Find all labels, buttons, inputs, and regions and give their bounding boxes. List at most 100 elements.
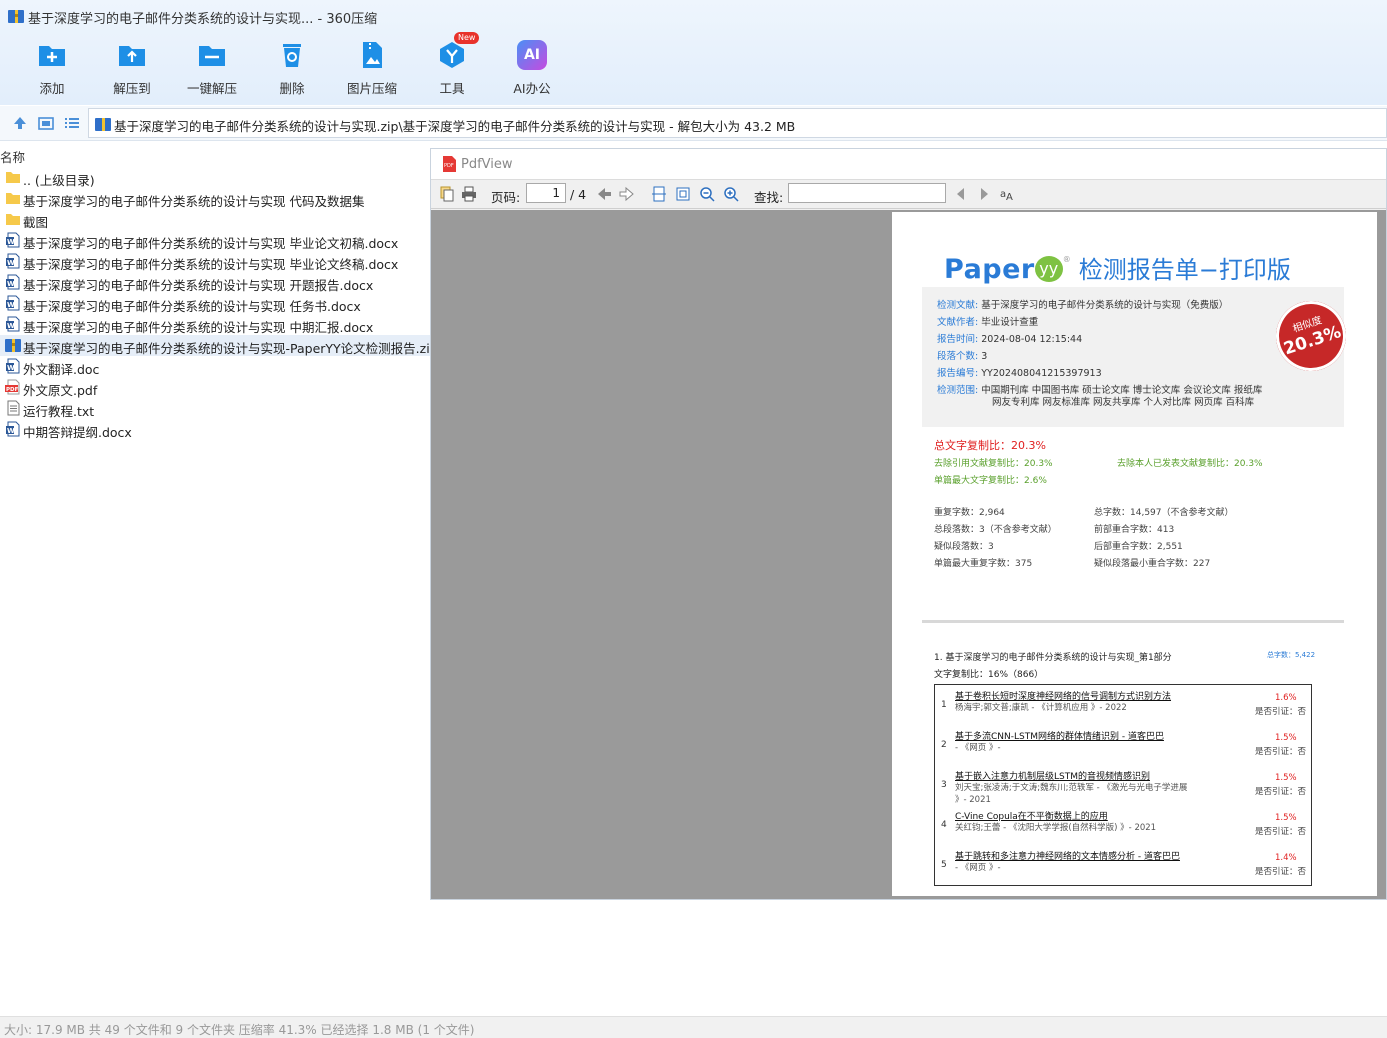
total-copy-ratio: 总文字复制比：20.3% (934, 439, 1046, 452)
svg-text:W: W (7, 259, 15, 267)
zip-archive-icon (95, 118, 111, 131)
stat-item: 总字数：14,597（不含参考文献） (1094, 508, 1234, 518)
zoom-out-icon[interactable] (699, 186, 715, 202)
print-icon[interactable] (461, 186, 477, 202)
exclude-cited-ratio: 去除引用文献复制比：20.3% (934, 459, 1053, 469)
info-row: 文献作者: 毕业设计查重 (937, 317, 1039, 328)
find-next-icon[interactable] (976, 186, 992, 202)
paperyy-logo: Paper (944, 254, 1035, 285)
info-row: 段落个数: 3 (937, 351, 988, 362)
zip-archive-icon (8, 10, 24, 23)
svg-text:PDF: PDF (6, 387, 19, 393)
file-name: 截图 (23, 215, 49, 230)
file-name: 外文翻译.doc (23, 362, 100, 377)
folder-icon (6, 193, 20, 204)
path-text: 基于深度学习的电子邮件分类系统的设计与实现.zip\基于深度学习的电子邮件分类系… (114, 119, 796, 134)
report-info-box: 检测文献: 基于深度学习的电子邮件分类系统的设计与实现（免费版） 文献作者: 毕… (922, 287, 1356, 427)
fit-page-icon[interactable] (675, 186, 691, 202)
file-row[interactable]: W 外文翻译.doc (0, 356, 430, 377)
new-badge: New (454, 32, 480, 44)
image-compress-button[interactable]: 图片压缩 (337, 38, 407, 100)
similar-sources-table: 1 基于卷积长短时深度神经网络的信号调制方式识别方法 杨海宇;郭文普;康凯 - 《计… (934, 684, 1312, 886)
zip-archive-icon (5, 339, 21, 352)
match-case-icon[interactable]: aA (1000, 186, 1016, 202)
paperyy-logo-mark: yy (1034, 256, 1063, 282)
file-name: 基于深度学习的电子邮件分类系统的设计与实现 开题报告.docx (23, 278, 374, 293)
tools-button[interactable]: New 工具 (417, 32, 487, 100)
file-name: 运行教程.txt (23, 404, 95, 419)
add-button-label: 添加 (39, 81, 65, 96)
ai-office-button[interactable]: AI AI办公 (497, 38, 567, 100)
folder-row[interactable]: 基于深度学习的电子邮件分类系统的设计与实现 代码及数据集 (0, 188, 430, 209)
folder-row[interactable]: .. (上级目录) (0, 167, 430, 188)
svg-text:W: W (7, 301, 15, 309)
info-row: 检测文献: 基于深度学习的电子邮件分类系统的设计与实现（免费版） (937, 300, 1229, 311)
word-document-icon: W (6, 358, 20, 374)
pdf-file-icon: PDF (5, 379, 20, 395)
list-view-icon[interactable] (63, 114, 81, 132)
extract-to-button[interactable]: 解压到 (97, 38, 167, 100)
pdf-toolbar: 页码: 1 / 4 查找: a A (431, 180, 1386, 209)
file-row[interactable]: W 基于深度学习的电子邮件分类系统的设计与实现 毕业论文初稿.docx (0, 230, 430, 251)
file-row[interactable]: 运行教程.txt (0, 398, 430, 419)
file-row[interactable]: PDF 外文原文.pdf (0, 377, 430, 398)
fit-width-icon[interactable] (651, 186, 667, 202)
file-name: 基于深度学习的电子邮件分类系统的设计与实现 任务书.docx (23, 299, 361, 314)
page-number-input[interactable]: 1 (526, 183, 566, 203)
find-previous-icon[interactable] (953, 186, 969, 202)
add-button[interactable]: 添加 (17, 38, 87, 100)
stat-item: 疑似段落最小重合字数：227 (1094, 559, 1211, 569)
extract-to-button-label: 解压到 (113, 81, 151, 96)
thumbnail-view-icon[interactable] (37, 114, 55, 132)
word-document-icon: W (6, 316, 20, 332)
file-row[interactable]: W 基于深度学习的电子邮件分类系统的设计与实现 任务书.docx (0, 293, 430, 314)
previous-page-icon[interactable] (596, 186, 612, 202)
address-bar: 基于深度学习的电子邮件分类系统的设计与实现.zip\基于深度学习的电子邮件分类系… (0, 106, 1387, 141)
svg-text:W: W (7, 322, 15, 330)
file-row[interactable]: 基于深度学习的电子邮件分类系统的设计与实现-PaperYY论文检测报告.zip (0, 335, 438, 356)
file-row[interactable]: W 基于深度学习的电子邮件分类系统的设计与实现 开题报告.docx (0, 272, 430, 293)
stat-item: 重复字数：2,964 (934, 508, 1005, 518)
stat-item: 后部重合字数：2,551 (1094, 542, 1183, 552)
file-name: 外文原文.pdf (23, 383, 98, 398)
tools-button-label: 工具 (439, 81, 465, 96)
svg-text:W: W (7, 364, 15, 372)
stat-item: 单篇最大重复字数：375 (934, 559, 1033, 569)
add-icon (39, 46, 65, 66)
file-row[interactable]: W 基于深度学习的电子邮件分类系统的设计与实现 中期汇报.docx (0, 314, 430, 335)
zoom-in-icon[interactable] (723, 186, 739, 202)
image-compress-button-label: 图片压缩 (346, 81, 397, 96)
report-header: Paper yy ® 检测报告单−打印版 (944, 250, 1291, 285)
up-arrow-icon[interactable] (11, 114, 29, 132)
folder-icon (6, 214, 20, 225)
path-field[interactable]: 基于深度学习的电子邮件分类系统的设计与实现.zip\基于深度学习的电子邮件分类系… (88, 108, 1387, 138)
file-name: 中期答辩提纲.docx (23, 425, 132, 440)
file-row[interactable]: W 基于深度学习的电子邮件分类系统的设计与实现 毕业论文终稿.docx (0, 251, 430, 272)
svg-text:W: W (7, 280, 15, 288)
next-page-icon[interactable] (619, 186, 635, 202)
column-header-name[interactable]: 名称 (0, 147, 25, 166)
one-click-extract-button[interactable]: 一键解压 (177, 38, 247, 100)
file-list: 名称 .. (上级目录) 基于深度学习的电子邮件分类系统的设计与实现 代码及数据集… (0, 145, 438, 1015)
max-single-ratio: 单篇最大文字复制比：2.6% (934, 476, 1047, 486)
word-document-icon: W (6, 274, 20, 290)
file-row[interactable]: W 中期答辩提纲.docx (0, 419, 430, 440)
folder-row[interactable]: 截图 (0, 209, 430, 230)
pdf-canvas[interactable]: Paper yy ® 检测报告单−打印版 检测文献: 基于深度学习的电子邮件分类系统的… (431, 210, 1386, 899)
file-name: 基于深度学习的电子邮件分类系统的设计与实现-PaperYY论文检测报告.zip (23, 341, 438, 356)
section-title: 1. 基于深度学习的电子邮件分类系统的设计与实现_第1部分 (934, 653, 1172, 663)
delete-button[interactable]: 删除 (257, 38, 327, 100)
source-row: 3 基于嵌入注意力机制层级LSTM的音视频情感识别 刘天宝;张凌涛;于文涛;魏东川;… (941, 772, 1307, 805)
word-document-icon: W (6, 253, 20, 269)
status-bar: 大小: 17.9 MB 共 49 个文件和 9 个文件夹 压缩率 41.3% 已… (0, 1016, 1387, 1038)
stat-item: 总段落数：3（不含参考文献） (934, 525, 1057, 535)
page-total: / 4 (570, 187, 587, 202)
page-number-value: 1 (552, 186, 560, 200)
text-file-icon (7, 400, 20, 416)
find-input[interactable] (788, 183, 946, 203)
pdf-icon: PDF (443, 156, 456, 172)
file-name: 基于深度学习的电子邮件分类系统的设计与实现 中期汇报.docx (23, 320, 374, 335)
copy-icon[interactable] (439, 186, 455, 202)
page-label: 页码: (491, 190, 521, 205)
similarity-stamp: 相似度 20.3% (1266, 291, 1356, 381)
